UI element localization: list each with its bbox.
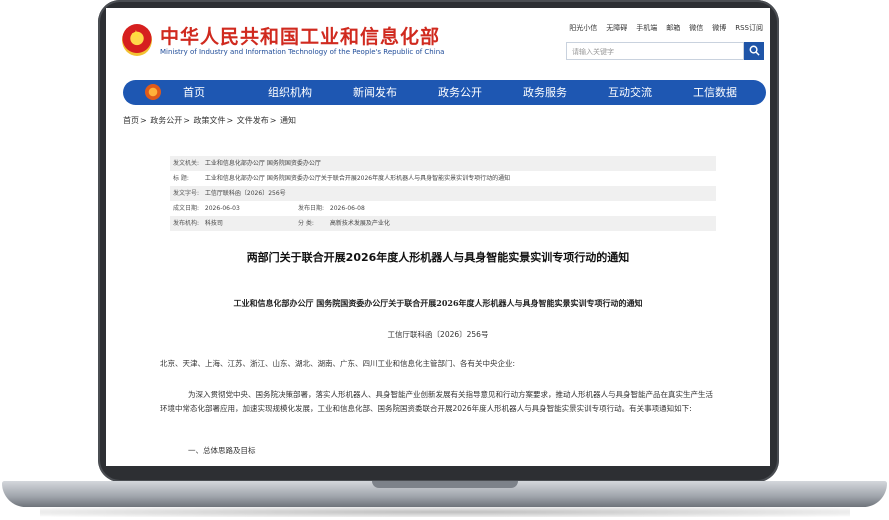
nav-interaction[interactable]: 互动交流 <box>608 80 693 105</box>
meta-row-org: 发布机构: 科技司 分 类: 高新技术发展及产业化 <box>170 216 716 231</box>
meta-row-issuer: 发文机关: 工业和信息化部办公厅 国务院国资委办公厅 <box>170 156 716 171</box>
toplink-mail[interactable]: 邮箱 <box>666 23 680 33</box>
document-number: 工信厅联科函〔2026〕256号 <box>387 330 489 339</box>
meta-value: 高新技术发展及产业化 <box>329 220 390 227</box>
breadcrumb-item[interactable]: 通知 <box>280 116 296 125</box>
nav-home[interactable]: 首页 <box>183 80 268 105</box>
breadcrumb-item[interactable]: 政务公开 <box>150 116 182 125</box>
search-icon <box>749 45 760 56</box>
meta-value: 2026-06-03 <box>204 205 240 212</box>
nav-organization[interactable]: 组织机构 <box>268 80 353 105</box>
main-nav: 首页 组织机构 新闻发布 政务公开 政务服务 互动交流 工信数据 <box>123 80 766 105</box>
document-subtitle: 工业和信息化部办公厅 国务院国资委办公厅关于联合开展2026年度人形机器人与具身… <box>233 298 643 308</box>
meta-label: 发布日期: <box>298 205 325 212</box>
document-meta-table: 发文机关: 工业和信息化部办公厅 国务院国资委办公厅 标 题: 工业和信息化部办… <box>170 156 716 231</box>
nav-government-affairs[interactable]: 政务公开 <box>438 80 523 105</box>
national-emblem-icon: ★ <box>122 24 152 56</box>
meta-value: 科技司 <box>204 220 223 227</box>
meta-value: 2026-06-08 <box>329 205 365 212</box>
site-title[interactable]: 中华人民共和国工业和信息化部 <box>160 22 440 49</box>
breadcrumb-item[interactable]: 政策文件 <box>194 116 226 125</box>
nav-data[interactable]: 工信数据 <box>693 80 770 105</box>
site-subtitle: Ministry of Industry and Information Tec… <box>160 48 445 56</box>
meta-label: 标 题: <box>173 175 189 182</box>
document-title: 两部门关于联合开展2026年度人形机器人与具身智能实景实训专项行动的通知 <box>246 251 630 264</box>
meta-row-number: 发文字号: 工信厅联科函〔2026〕256号 <box>170 186 716 201</box>
breadcrumb-item[interactable]: 首页 <box>123 116 139 125</box>
meta-label: 成文日期: <box>173 205 200 212</box>
screen: ★ 中华人民共和国工业和信息化部 Ministry of Industry an… <box>106 8 770 466</box>
document-recipients: 北京、天津、上海、江苏、浙江、山东、湖北、湖南、广东、四川工业和信息化主管部门、… <box>160 359 516 368</box>
meta-label: 分 类: <box>298 220 314 227</box>
ministry-logo-icon <box>145 84 161 100</box>
site-header: ★ 中华人民共和国工业和信息化部 Ministry of Industry an… <box>106 8 770 78</box>
meta-value: 工业和信息化部办公厅 国务院国资委办公厅关于联合开展2026年度人形机器人与具身… <box>204 175 511 182</box>
toplink-weibo[interactable]: 微博 <box>712 23 726 33</box>
meta-label: 发文机关: <box>173 160 200 167</box>
nav-news[interactable]: 新闻发布 <box>353 80 438 105</box>
section-heading: 一、总体思路及目标 <box>188 446 256 455</box>
search-input[interactable]: 请输入关键字 <box>566 42 744 60</box>
meta-row-dates: 成文日期: 2026-06-03 发布日期: 2026-06-08 <box>170 201 716 216</box>
meta-label: 发布机构: <box>173 220 200 227</box>
meta-row-title: 标 题: 工业和信息化部办公厅 国务院国资委办公厅关于联合开展2026年度人形机… <box>170 171 716 186</box>
meta-value: 工信厅联科函〔2026〕256号 <box>204 190 286 197</box>
toplink-accessibility[interactable]: 无障碍 <box>606 23 627 33</box>
breadcrumb-item[interactable]: 文件发布 <box>237 116 269 125</box>
meta-label: 发文字号: <box>173 190 200 197</box>
breadcrumb: 首页> 政务公开> 政策文件> 文件发布> 通知 <box>123 116 296 125</box>
search-button[interactable] <box>744 42 764 60</box>
toplink-rss[interactable]: RSS订阅 <box>735 23 763 33</box>
laptop-base-notch <box>372 481 518 488</box>
laptop-shadow <box>40 507 850 517</box>
toplink-mobile[interactable]: 手机端 <box>636 23 657 33</box>
toplink-wechat[interactable]: 微信 <box>689 23 703 33</box>
nav-government-services[interactable]: 政务服务 <box>523 80 608 105</box>
top-links: 阳光小信 无障碍 手机端 邮箱 微信 微博 RSS订阅 <box>569 23 763 33</box>
document-paragraph: 为深入贯彻党中央、国务院决策部署，落实人形机器人、具身智能产业创新发展有关指导意… <box>160 390 713 413</box>
meta-value: 工业和信息化部办公厅 国务院国资委办公厅 <box>204 160 321 167</box>
toplink-sunshine[interactable]: 阳光小信 <box>569 23 597 33</box>
